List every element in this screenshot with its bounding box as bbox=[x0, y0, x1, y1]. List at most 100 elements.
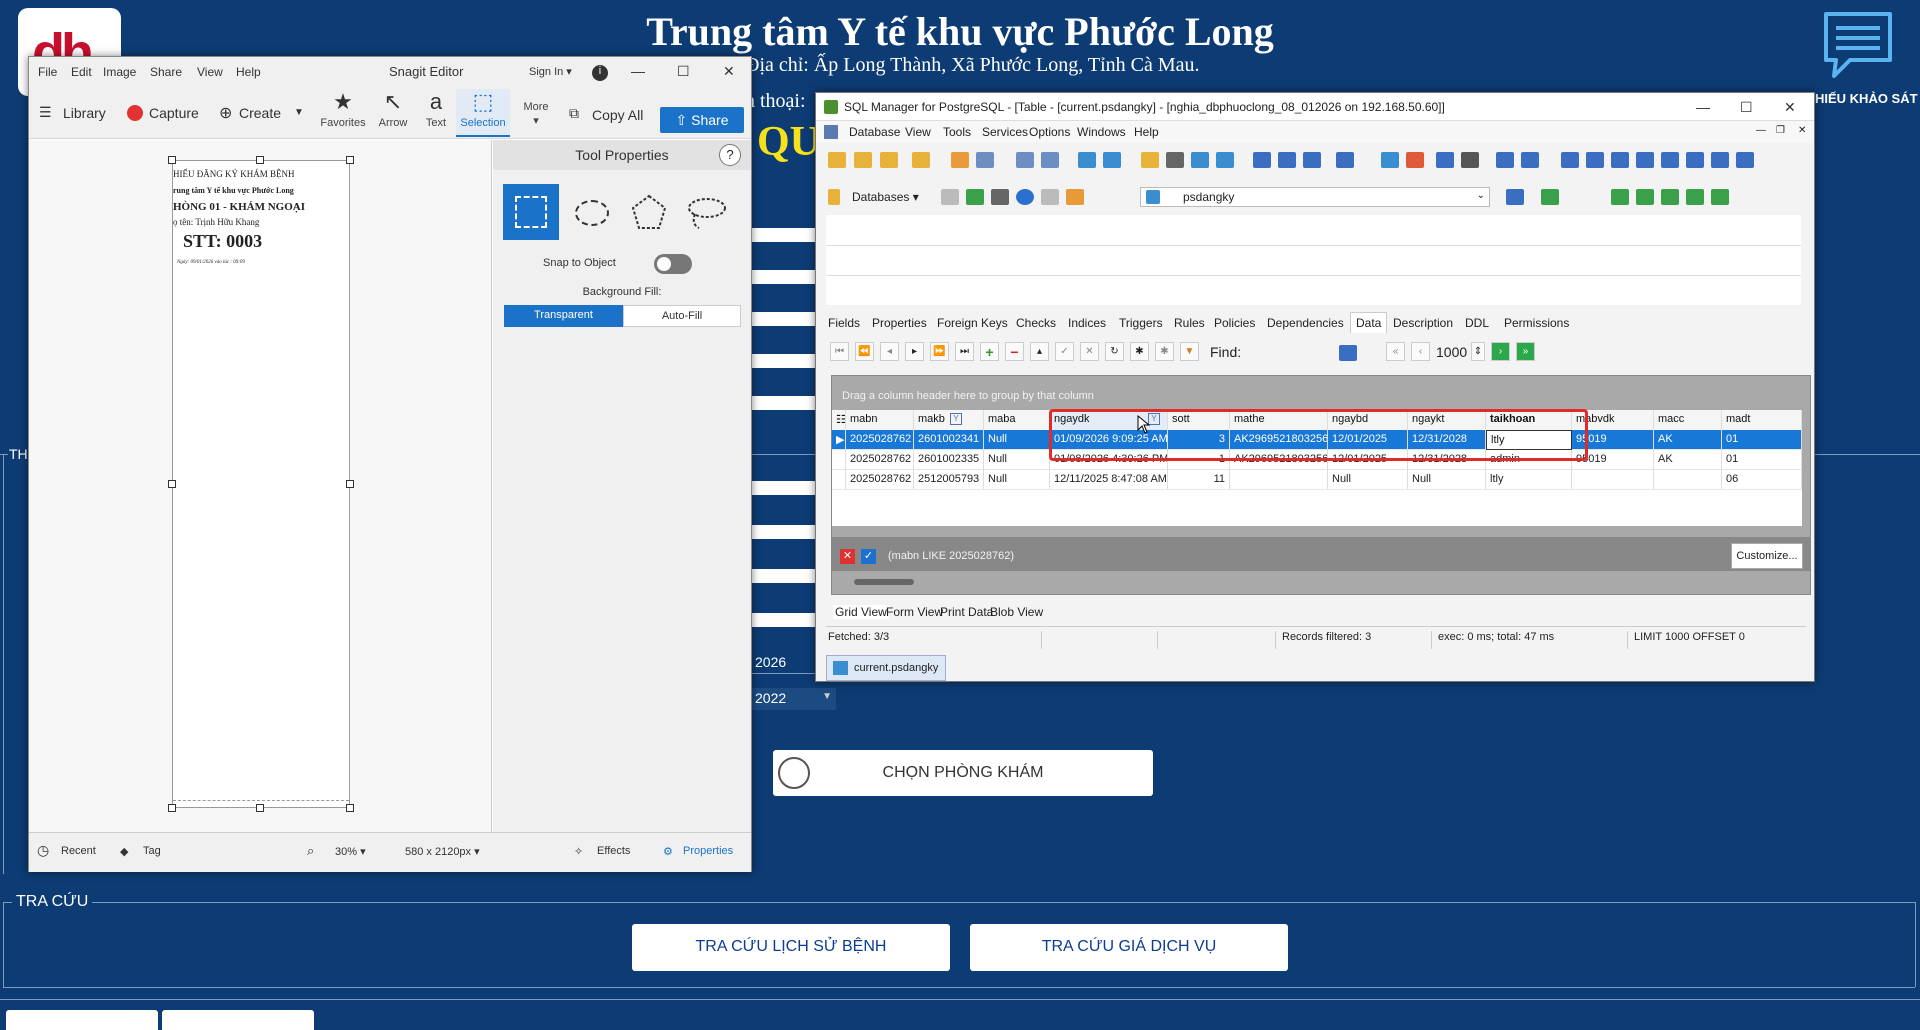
cancel-icon[interactable]: ✕ bbox=[1080, 342, 1099, 361]
users-icon[interactable] bbox=[1278, 152, 1296, 168]
auto-fill-option[interactable]: Auto-Fill bbox=[623, 305, 741, 327]
tool-icon[interactable] bbox=[1016, 152, 1034, 168]
tool-icon[interactable] bbox=[1041, 189, 1059, 205]
tool-icon[interactable] bbox=[1686, 189, 1704, 205]
menu-file[interactable]: File bbox=[38, 65, 57, 79]
properties-button[interactable]: Properties bbox=[683, 845, 733, 857]
tool-icon[interactable] bbox=[1406, 152, 1424, 168]
info-icon[interactable]: i bbox=[592, 65, 608, 81]
cell[interactable]: Null bbox=[984, 430, 1050, 450]
help-icon[interactable] bbox=[1016, 189, 1034, 205]
captured-document[interactable]: HIẾU ĐĂNG KÝ KHÁM BỆNH rung tâm Y tế khu… bbox=[172, 160, 350, 808]
cell[interactable]: 12/11/2025 8:47:08 AM bbox=[1050, 470, 1168, 490]
resize-handle[interactable] bbox=[346, 156, 354, 164]
menu-services[interactable]: Services bbox=[982, 125, 1028, 139]
refresh-icon[interactable] bbox=[966, 189, 984, 205]
last-record-icon[interactable]: ⏭ bbox=[955, 342, 974, 361]
survey-label[interactable]: HIẾU KHẢO SÁT bbox=[1815, 91, 1918, 106]
column-header[interactable]: maba bbox=[984, 410, 1050, 430]
cell[interactable]: 06 bbox=[1722, 470, 1802, 490]
help-icon[interactable]: ? bbox=[719, 144, 741, 166]
capture-button[interactable]: Capture bbox=[149, 105, 199, 121]
tab-foreign-keys[interactable]: Foreign Keys bbox=[937, 316, 1008, 330]
tool-icon[interactable] bbox=[976, 152, 994, 168]
tool-icon[interactable] bbox=[1141, 152, 1159, 168]
post-icon[interactable]: ✓ bbox=[1055, 342, 1074, 361]
bottom-tab[interactable] bbox=[6, 1010, 158, 1030]
restore-icon[interactable]: ❐ bbox=[1776, 125, 1785, 136]
tool-icon[interactable] bbox=[1436, 152, 1454, 168]
menu-database[interactable]: Database bbox=[849, 125, 900, 139]
resize-handle[interactable] bbox=[346, 804, 354, 812]
column-header[interactable]: makb bbox=[914, 410, 984, 430]
tool-icon[interactable] bbox=[1636, 189, 1654, 205]
find-options-icon[interactable] bbox=[1339, 345, 1357, 361]
tool-icon[interactable] bbox=[941, 189, 959, 205]
tool-icon[interactable] bbox=[1103, 152, 1121, 168]
tool-icon[interactable] bbox=[1066, 189, 1084, 205]
maximize-icon[interactable]: ☐ bbox=[1740, 99, 1753, 116]
tab-form-view[interactable]: Form View bbox=[886, 605, 943, 619]
customize-button[interactable]: Customize... bbox=[1731, 543, 1803, 569]
db-icon[interactable] bbox=[880, 152, 898, 168]
window-icon[interactable] bbox=[1586, 152, 1604, 168]
minimize-icon[interactable]: — bbox=[1756, 125, 1766, 136]
cell[interactable]: ltly bbox=[1486, 470, 1572, 490]
cell[interactable]: 2601002335 bbox=[914, 450, 984, 470]
choose-room-button[interactable]: CHỌN PHÒNG KHÁM bbox=[773, 750, 1153, 796]
tab-indices[interactable]: Indices bbox=[1068, 316, 1106, 330]
copy-all-button[interactable]: Copy All bbox=[592, 107, 643, 123]
copy-icon[interactable]: ⧉ bbox=[569, 105, 579, 122]
window-icon[interactable] bbox=[1611, 152, 1629, 168]
cell[interactable]: Null bbox=[1408, 470, 1486, 490]
tool-icon[interactable] bbox=[951, 152, 969, 168]
image-size-select[interactable]: 580 x 2120px ▾ bbox=[405, 845, 480, 858]
asterisk-icon[interactable]: ✱ bbox=[1130, 342, 1149, 361]
horizontal-scrollbar[interactable] bbox=[854, 579, 914, 585]
tool-icon[interactable] bbox=[1541, 189, 1559, 205]
ellipse-selection-option[interactable] bbox=[563, 184, 619, 240]
polygon-icon[interactable] bbox=[621, 184, 677, 240]
spinner-icon[interactable]: ⇕ bbox=[1471, 342, 1485, 361]
snap-toggle[interactable] bbox=[654, 254, 692, 274]
cell[interactable]: Null bbox=[1328, 470, 1408, 490]
menu-help[interactable]: Help bbox=[236, 65, 261, 79]
window-icon[interactable] bbox=[1686, 152, 1704, 168]
tool-icon[interactable] bbox=[1216, 152, 1234, 168]
window-icon[interactable] bbox=[1521, 152, 1539, 168]
minimize-icon[interactable]: — bbox=[1696, 99, 1710, 115]
tool-icon[interactable] bbox=[1381, 152, 1399, 168]
tag-button[interactable]: Tag bbox=[143, 845, 161, 857]
first-record-icon[interactable]: ⏮ bbox=[830, 342, 849, 361]
table-selector[interactable]: psdangky ⌄ bbox=[1140, 187, 1490, 207]
filter-icon[interactable]: Y bbox=[950, 413, 962, 425]
cell[interactable]: AK bbox=[1654, 430, 1722, 450]
print-icon[interactable] bbox=[1166, 152, 1184, 168]
window-icon[interactable] bbox=[1736, 152, 1754, 168]
window-icon[interactable] bbox=[1661, 152, 1679, 168]
print-icon[interactable] bbox=[991, 189, 1009, 205]
cell[interactable]: 01 bbox=[1722, 430, 1802, 450]
prev-record-icon[interactable]: ◂ bbox=[880, 342, 899, 361]
add-record-icon[interactable]: + bbox=[980, 342, 999, 361]
text-tool[interactable]: a Text bbox=[411, 89, 461, 137]
column-header[interactable]: macc bbox=[1654, 410, 1722, 430]
zoom-icon[interactable]: ⌕ bbox=[307, 843, 314, 859]
tab-data[interactable]: Data bbox=[1350, 312, 1388, 333]
menu-edit[interactable]: Edit bbox=[71, 65, 92, 79]
cell[interactable]: Null bbox=[984, 450, 1050, 470]
tab-ddl[interactable]: DDL bbox=[1465, 316, 1489, 330]
bottom-tab[interactable] bbox=[162, 1010, 314, 1030]
cell[interactable]: 2025028762 bbox=[846, 470, 914, 490]
next-page-icon[interactable]: › bbox=[1491, 342, 1510, 361]
lasso-icon[interactable] bbox=[679, 184, 735, 240]
cell[interactable] bbox=[1654, 470, 1722, 490]
chevron-down-icon[interactable]: ▼ bbox=[294, 107, 304, 118]
tab-blob-view[interactable]: Blob View bbox=[990, 605, 1043, 619]
tool-icon[interactable] bbox=[1661, 189, 1679, 205]
menu-share[interactable]: Share bbox=[150, 65, 182, 79]
favorites-tool[interactable]: ★ Favorites bbox=[318, 89, 368, 137]
filter-row[interactable] bbox=[826, 215, 1801, 245]
next-page-icon[interactable]: ⏩ bbox=[930, 342, 949, 361]
tag-icon[interactable]: ◆ bbox=[120, 845, 128, 858]
